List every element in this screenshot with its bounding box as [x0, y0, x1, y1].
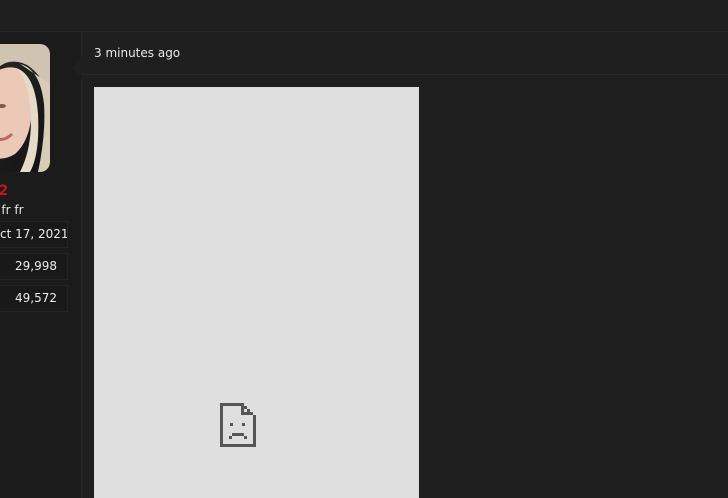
- stat-messages-value: 29,998: [15, 259, 57, 273]
- top-bar: [0, 0, 728, 32]
- post-image[interactable]: [94, 87, 419, 498]
- stat-points-value: 49,572: [15, 291, 57, 305]
- stat-joined-value: ct 17, 2021: [0, 227, 68, 241]
- user-info-column: pper2 g fr fr ct 17, 2021 29,998 49,572: [0, 32, 82, 498]
- broken-image-icon: [220, 403, 256, 447]
- stat-points: 49,572: [0, 285, 68, 312]
- avatar-image: [0, 44, 50, 172]
- post-pointer-arrow: [72, 58, 82, 78]
- username-text[interactable]: pper2: [0, 183, 8, 199]
- stat-joined: ct 17, 2021: [0, 221, 68, 248]
- stat-messages: 29,998: [0, 253, 68, 280]
- post-header: 3 minutes ago: [82, 32, 728, 75]
- post-timestamp[interactable]: 3 minutes ago: [94, 46, 180, 60]
- user-title-text: g fr fr: [0, 203, 24, 217]
- thread-page: pper2 g fr fr ct 17, 2021 29,998 49,572 …: [0, 0, 728, 498]
- avatar[interactable]: [0, 44, 50, 172]
- post-body: 3 minutes ago: [82, 32, 728, 498]
